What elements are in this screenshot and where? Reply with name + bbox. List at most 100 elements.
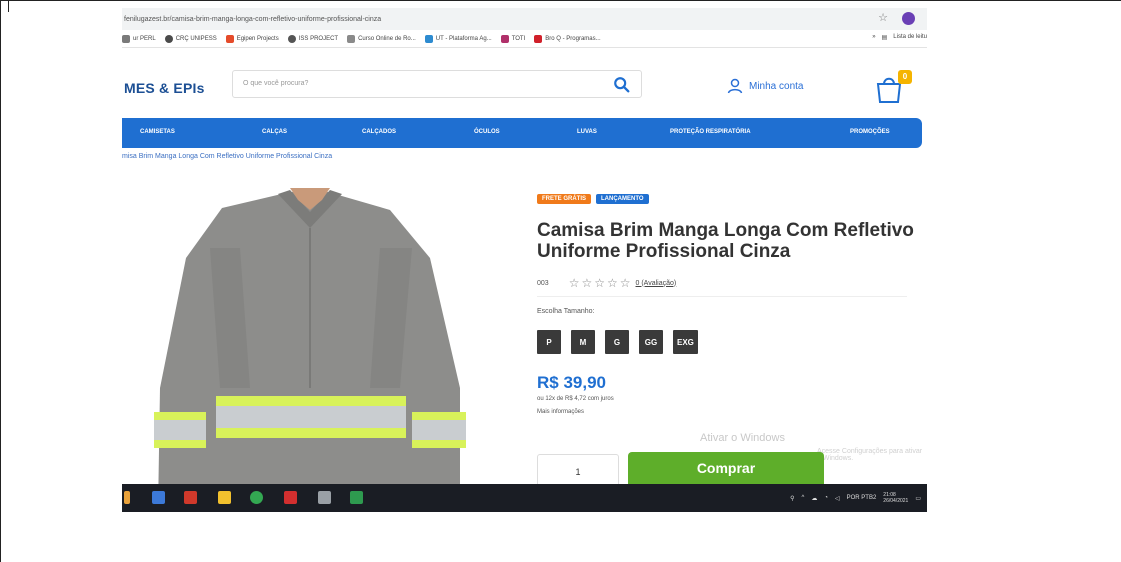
- bookmark-label: ur PERL: [133, 35, 156, 42]
- bookmark-label: CRÇ UNIPESS: [175, 35, 217, 42]
- user-icon: [727, 78, 743, 94]
- bookmark-label: UT - Plataforma Ag...: [435, 35, 492, 42]
- address-url[interactable]: fenilugazest.br/camisa-brim-manga-longa-…: [124, 16, 381, 23]
- bookmark-item[interactable]: UT - Plataforma Ag...: [424, 34, 492, 43]
- nav-item-protecao-respiratoria[interactable]: PROTEÇÃO RESPIRATÓRIA: [670, 129, 751, 135]
- system-tray: ⚲ ^ ☁ ◔ ◁ POR PTB2 21:08 26/04/2021 ▭: [790, 492, 921, 504]
- star-empty-icon: ☆: [606, 276, 618, 290]
- bookmark-label: TOTI: [511, 35, 526, 42]
- bookmark-favicon-icon: [122, 34, 130, 43]
- frame-divider: [8, 0, 9, 12]
- bookmarks-bar: ur PERL CRÇ UNIPESS Egipen Projects ISS …: [122, 30, 927, 48]
- bookmark-label: Bro Q - Programas...: [545, 35, 601, 42]
- bookmark-item[interactable]: ISS PROJECT: [287, 34, 339, 43]
- account-label: Minha conta: [749, 80, 804, 92]
- chrome-icon[interactable]: [250, 491, 263, 504]
- star-empty-icon: ☆: [581, 276, 593, 290]
- star-empty-icon: ☆: [594, 276, 605, 290]
- bookmark-item[interactable]: Egipen Projects: [225, 34, 279, 43]
- bookmark-item[interactable]: ur PERL: [122, 34, 156, 43]
- product-sku: 003: [537, 279, 549, 287]
- clock[interactable]: 21:08 26/04/2021: [883, 492, 908, 504]
- product-price: R$ 39,90: [537, 373, 606, 392]
- chevron-right-icon: »: [872, 34, 876, 40]
- network-icon[interactable]: [318, 491, 331, 504]
- bookmark-star-icon[interactable]: ☆: [878, 13, 888, 24]
- cloud-icon[interactable]: ☁: [811, 495, 817, 502]
- star-empty-icon: ☆: [619, 276, 631, 290]
- free-shipping-badge: FRETE GRÁTIS: [537, 194, 592, 204]
- sticky-notes-icon[interactable]: [218, 491, 231, 504]
- reading-list-label: Lista de leitu: [893, 34, 927, 40]
- nav-item-camisetas[interactable]: CAMISETAS: [140, 129, 175, 135]
- size-options: P M G GG EXG: [537, 330, 698, 354]
- product-badges: FRETE GRÁTIS LANÇAMENTO: [537, 194, 649, 204]
- nav-item-promocoes[interactable]: PROMOÇÕES: [850, 129, 890, 135]
- size-option-gg[interactable]: GG: [639, 330, 663, 354]
- volume-icon[interactable]: ◁: [835, 495, 840, 502]
- rating-stars[interactable]: ☆ ☆ ☆ ☆ ☆ 0 (Avaliação): [569, 276, 677, 290]
- file-explorer-icon[interactable]: [124, 491, 130, 504]
- browser-screenshot: fenilugazest.br/camisa-brim-manga-longa-…: [122, 8, 927, 512]
- frame-top-border: [0, 0, 1121, 8]
- bookmark-item[interactable]: Curso Online de Ro...: [347, 34, 416, 43]
- profile-avatar[interactable]: [902, 12, 915, 25]
- star-empty-icon: ☆: [568, 276, 580, 290]
- bookmark-label: ISS PROJECT: [298, 35, 339, 42]
- nav-item-calcas[interactable]: CALÇAS: [262, 129, 287, 135]
- main-nav: CAMISETAS CALÇAS CALÇADOS ÓCULOS LUVAS P…: [122, 118, 922, 148]
- wifi-icon[interactable]: ◔: [824, 495, 828, 501]
- outlook-icon[interactable]: [152, 491, 165, 504]
- sku-rating-row: 003 ☆ ☆ ☆ ☆ ☆ 0 (Avaliação): [537, 276, 676, 290]
- bookmark-favicon-icon: [534, 34, 543, 43]
- account-link[interactable]: Minha conta: [727, 78, 803, 94]
- nav-item-luvas[interactable]: LUVAS: [577, 129, 597, 135]
- product-image[interactable]: [150, 188, 470, 512]
- person-icon[interactable]: ⚲: [790, 495, 794, 502]
- bookmark-label: Curso Online de Ro...: [358, 35, 416, 42]
- address-bar[interactable]: fenilugazest.br/camisa-brim-manga-longa-…: [122, 8, 927, 30]
- reading-list-icon: ▤: [881, 35, 888, 41]
- cart-button[interactable]: 0: [872, 70, 912, 104]
- cart-count-badge: 0: [898, 70, 912, 84]
- chevron-up-icon[interactable]: ^: [802, 495, 805, 501]
- windows-activation-watermark: Ativar o Windows: [700, 432, 785, 444]
- excel-icon[interactable]: [350, 491, 363, 504]
- notification-icon[interactable]: ▭: [915, 495, 921, 502]
- bookmark-favicon-icon: [287, 34, 296, 43]
- site-header: MES & EPIs O que você procura? Minha con…: [122, 48, 927, 116]
- frame-left-border: [0, 0, 1, 562]
- clock-date: 26/04/2021: [883, 498, 909, 504]
- reading-list[interactable]: » ▤ Lista de leitu: [872, 34, 927, 41]
- breadcrumb[interactable]: misa Brim Manga Longa Com Refletivo Unif…: [122, 153, 332, 160]
- bookmark-item[interactable]: TOTI: [500, 34, 526, 43]
- more-info-link[interactable]: Mais informações: [537, 409, 584, 415]
- nav-item-oculos[interactable]: ÓCULOS: [474, 129, 500, 135]
- search-input[interactable]: O que você procura?: [243, 80, 308, 87]
- bookmark-label: Egipen Projects: [236, 35, 279, 42]
- search-box[interactable]: O que você procura?: [232, 70, 642, 98]
- language-indicator[interactable]: POR PTB2: [847, 495, 877, 501]
- product-title: Camisa Brim Manga Longa Com Refletivo Un…: [537, 220, 914, 262]
- nav-item-calcados[interactable]: CALÇADOS: [362, 129, 396, 135]
- divider: [537, 296, 907, 297]
- windows-taskbar: ⚲ ^ ☁ ◔ ◁ POR PTB2 21:08 26/04/2021 ▭: [122, 484, 927, 512]
- reviews-link[interactable]: 0 (Avaliação): [636, 280, 677, 287]
- windows-activation-subtext: Acesse Configurações para ativar o Windo…: [817, 448, 923, 462]
- bookmark-favicon-icon: [164, 34, 173, 43]
- size-label: Escolha Tamanho:: [537, 308, 595, 315]
- bookmark-item[interactable]: Bro Q - Programas...: [534, 34, 601, 43]
- search-icon[interactable]: [613, 76, 631, 94]
- size-option-p[interactable]: P: [537, 330, 561, 354]
- size-option-g[interactable]: G: [605, 330, 629, 354]
- site-logo[interactable]: MES & EPIs: [124, 80, 205, 96]
- bookmark-favicon-icon: [347, 34, 356, 43]
- new-release-badge: LANÇAMENTO: [596, 194, 649, 204]
- acrobat-icon[interactable]: [284, 491, 297, 504]
- bookmark-item[interactable]: CRÇ UNIPESS: [164, 34, 217, 43]
- powerpoint-icon[interactable]: [184, 491, 197, 504]
- size-option-exg[interactable]: EXG: [673, 330, 698, 354]
- installments-text: ou 12x de R$ 4,72 com juros: [537, 396, 614, 402]
- bookmark-favicon-icon: [424, 34, 433, 43]
- size-option-m[interactable]: M: [571, 330, 595, 354]
